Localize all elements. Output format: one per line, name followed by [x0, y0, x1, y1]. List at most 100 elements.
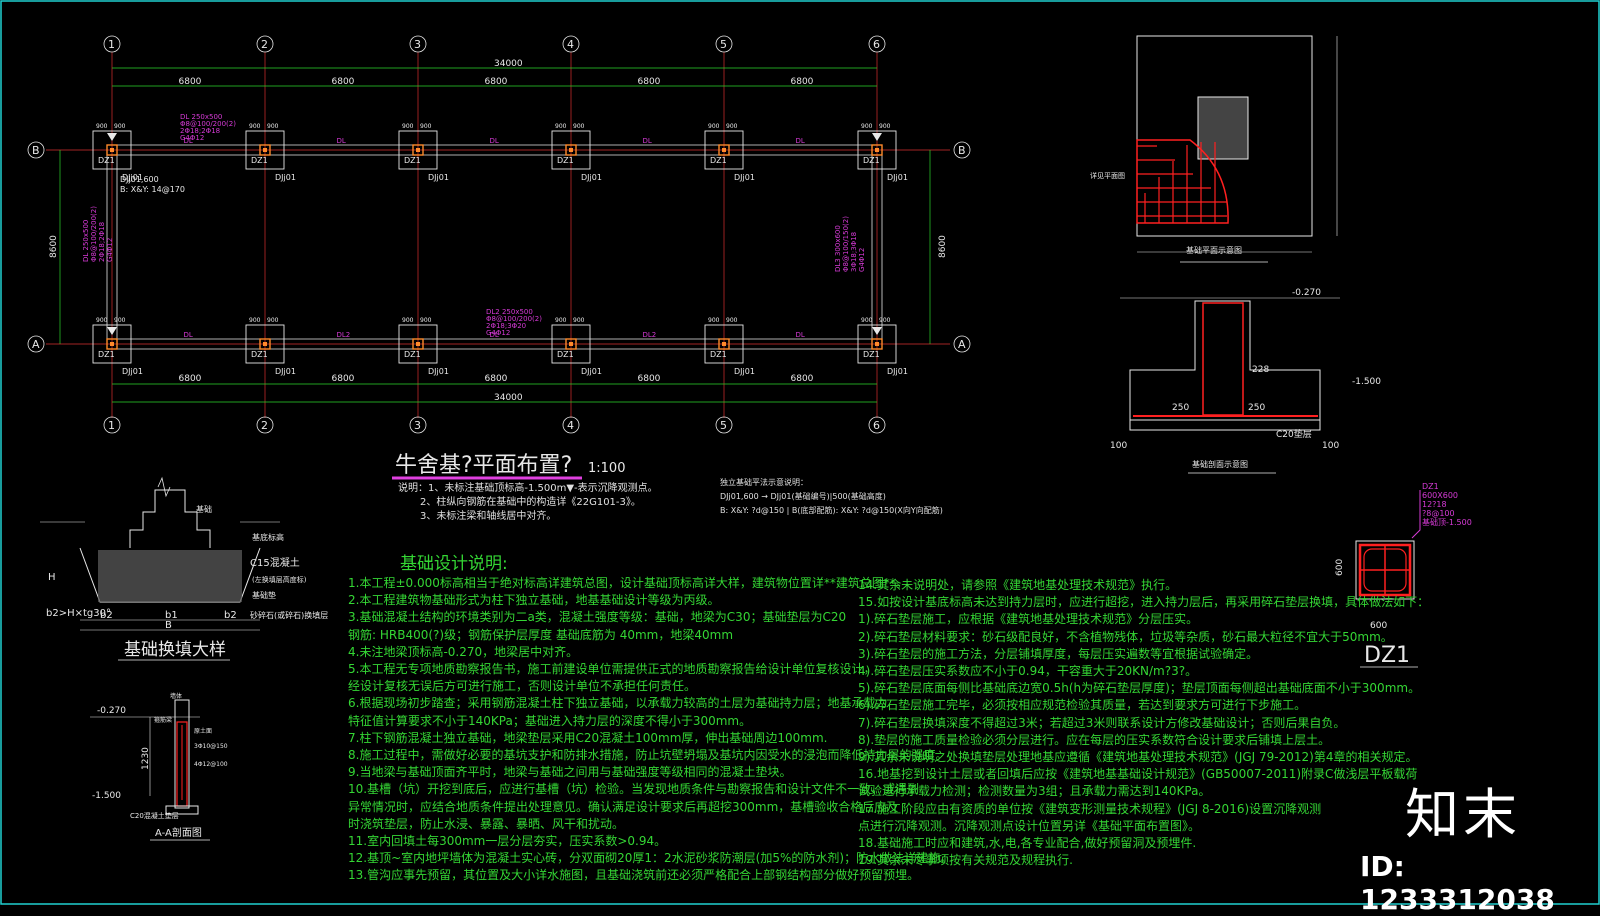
footing-offset-right: 900	[267, 123, 279, 130]
footing-legend: 独立基础平法示意说明： DJj01,600 → DJj01(基础编号)|500(…	[720, 476, 943, 518]
column-label: DZ1	[863, 350, 880, 359]
footing-offset-left: 900	[402, 123, 414, 130]
backfill-b2-right: b2	[224, 610, 237, 621]
note-line: 2).碎石垫层材料要求：砂石级配良好，不含植物残体，垃圾等杂质，砂石最大粒径不宜…	[858, 629, 1393, 644]
axis-letter: B	[958, 144, 966, 157]
axis-number: 1	[108, 38, 115, 51]
footing-offset-right: 900	[267, 317, 279, 324]
footing-offset-left: 900	[861, 123, 873, 130]
beam-spec-left: G4Φ12	[106, 238, 114, 262]
depth-dimension-left: 8600	[49, 235, 59, 258]
section-dim-5: 100	[1322, 441, 1339, 451]
note-line: 6).碎石垫层施工完毕，必须按相应规范检验其质量，若达到要求方可进行下步施工。	[858, 698, 1307, 713]
footing-offset-left: 900	[555, 317, 567, 324]
footing-label: DJj01	[887, 367, 908, 376]
drawing-canvas: 34000 34000 8600 8600 6800 6800 DL DL 6800 6800 DL…	[0, 0, 1600, 916]
axis-letter: A	[32, 338, 40, 351]
gravel-fill	[98, 550, 242, 602]
column-core	[263, 342, 267, 346]
column-label: DZ1	[710, 350, 727, 359]
note-line: 4).碎石垫层压实系数应不小于0.94，干容重大于20KN/m?3?。	[858, 664, 1198, 679]
footing-offset-left: 900	[249, 123, 261, 130]
settlement-marker	[107, 133, 117, 141]
bay-dimension-bottom: 6800	[179, 374, 202, 384]
bay-dimension-top: 6800	[179, 77, 202, 87]
dz1-spec: DZ1	[1422, 482, 1439, 491]
plan-title: 牛舍基?平面布置?	[395, 453, 572, 478]
beam3-spec: G4Φ12	[858, 248, 866, 272]
legend-row-2: B: X&Y: ?d@150 | B(底部配筋): X&Y: ?d@150(X向…	[720, 506, 943, 515]
footing-label: DJj01	[275, 367, 296, 376]
column-core	[722, 342, 726, 346]
aa-title: A-A剖面图	[155, 826, 202, 839]
column-label: DZ1	[557, 350, 574, 359]
footing-offset-left: 900	[708, 317, 720, 324]
axis-number: 3	[414, 38, 421, 51]
aa-label-4: 4Φ12@100	[194, 761, 228, 768]
aa-dim: 1230	[141, 747, 151, 770]
design-notes-right: 14.其余未说明处，请参照《建筑地基处理技术规范》执行。 15.如按设计基底标高未…	[858, 577, 1429, 869]
axis-letter: A	[958, 338, 966, 351]
plan-view-title: 基础平面示意图	[1186, 245, 1242, 255]
beam-label-a: DL2	[337, 331, 351, 339]
dz1-spec: 600X600	[1422, 491, 1458, 500]
column-label: DZ1	[710, 156, 727, 165]
note-line: 16.地基挖到设计土层或者回填后应按《建筑地基基础设计规范》(GB50007-2…	[858, 767, 1418, 782]
total-dimension-top: 34000	[494, 59, 523, 69]
beam-label-b: DL	[490, 137, 499, 145]
note-line: 1).碎石垫层施工，应根据《建筑地基处理技术规范》分层压实。	[858, 612, 1199, 627]
dz1-spec: 12?18	[1422, 500, 1447, 509]
footing-offset-right: 900	[573, 317, 585, 324]
footing-offset-left: 900	[402, 317, 414, 324]
note-line: 18.基础施工时应和建筑,水,电,各专业配合,做好预留洞及预埋件.	[858, 836, 1197, 851]
watermark-logo: 知末	[1405, 783, 1521, 846]
backfill-label-0: 基础	[196, 504, 212, 514]
footing-label: DJj01	[122, 367, 143, 376]
foundation-plan: 34000 34000 8600 8600 6800 6800 DL DL 6800 6800 DL…	[27, 35, 971, 434]
backfill-label-2: C15混凝土	[250, 556, 300, 569]
axis-letter: B	[32, 144, 40, 157]
backfill-h: H	[48, 572, 56, 583]
footing-plan-view: 详见平面图 基础平面示意图	[1090, 35, 1338, 263]
footing-offset-right: 900	[726, 317, 738, 324]
backfill-label-1: 基底标高	[252, 532, 284, 542]
column-label: DZ1	[404, 156, 421, 165]
column-label: DZ1	[404, 350, 421, 359]
footing-label: DJj01	[581, 173, 602, 182]
section-dim-2: 250	[1248, 403, 1265, 413]
footing-offset-right: 900	[420, 317, 432, 324]
footing-label: DJj01	[428, 367, 449, 376]
section-bot-elev: -1.500	[1352, 377, 1381, 387]
section-top-elev: -0.270	[1292, 288, 1321, 298]
aa-label-3: 3Φ10@150	[194, 743, 228, 750]
footing-offset-right: 900	[879, 123, 891, 130]
column-core	[569, 148, 573, 152]
axis-number: 2	[261, 38, 268, 51]
column-label: DZ1	[557, 156, 574, 165]
footing-offset-right: 900	[726, 123, 738, 130]
footing-label: DJj01	[734, 173, 755, 182]
footing-section-view: -0.270 -1.500 250 250 228 100 100 C20垫层 …	[1110, 288, 1381, 474]
bay-dimension-bottom: 6800	[485, 374, 508, 384]
plan-view-note: 详见平面图	[1090, 171, 1125, 180]
axis-number: 6	[873, 419, 880, 432]
note-line: 5).碎石垫层底面每侧比基础底边宽0.5h(h为碎石垫层厚度)；垫层顶面每侧超出…	[858, 681, 1421, 696]
axis-number: 2	[261, 419, 268, 432]
footing-note-2: B: X&Y: 14@170	[120, 185, 185, 194]
settlement-marker	[872, 133, 882, 141]
bay-dimension-bottom: 6800	[638, 374, 661, 384]
backfill-b: B	[165, 620, 172, 631]
beam3-spec: DL3 300x600	[834, 225, 842, 272]
column-label: DZ1	[98, 156, 115, 165]
section-c20: C20垫层	[1276, 428, 1312, 440]
footing-offset-right: 900	[420, 123, 432, 130]
aa-bot: -1.500	[92, 791, 121, 801]
axis-number: 3	[414, 419, 421, 432]
column-core	[569, 342, 573, 346]
column-label: DZ1	[863, 156, 880, 165]
beam-label-b: DL	[643, 137, 652, 145]
beam2-spec: G4Φ12	[486, 329, 510, 337]
column-core	[722, 148, 726, 152]
column-core	[875, 148, 879, 152]
aa-label-2: 原土面	[194, 727, 212, 735]
